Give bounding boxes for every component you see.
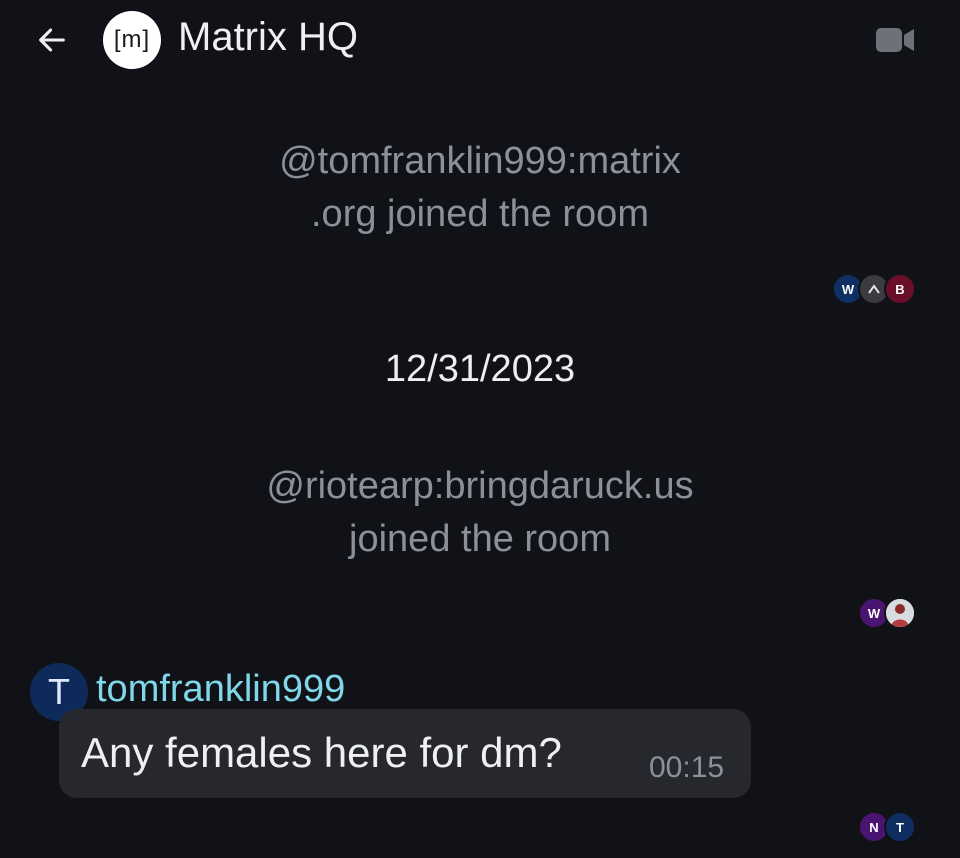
read-receipts[interactable]: N T	[858, 811, 918, 843]
event-line: @tomfranklin999:matrix	[279, 140, 681, 182]
event-line: joined the room	[349, 518, 611, 560]
read-receipts[interactable]: W	[858, 597, 918, 629]
top-app-bar: [m] Matrix HQ	[0, 0, 960, 80]
message-body: Any females here for dm?	[81, 729, 562, 776]
video-call-button[interactable]	[872, 22, 918, 58]
caret-up-icon	[868, 284, 880, 294]
membership-event: @riotearp:bringdaruck.us joined the room	[180, 460, 780, 566]
receipt-avatar: B	[884, 273, 916, 305]
event-line: @riotearp:bringdaruck.us	[266, 465, 694, 507]
matrix-logo: [m]	[113, 26, 151, 53]
event-line: .org joined the room	[311, 193, 649, 235]
message-bubble[interactable]: Any females here for dm? 00:15	[59, 709, 751, 798]
date-separator: 12/31/2023	[384, 348, 576, 390]
room-title[interactable]: Matrix HQ	[178, 15, 358, 60]
membership-event: @tomfranklin999:matrix .org joined the r…	[180, 135, 780, 241]
back-button[interactable]	[30, 18, 74, 62]
sender-name[interactable]: tomfranklin999	[96, 668, 345, 711]
arrow-left-icon	[39, 28, 65, 52]
video-call-icon	[876, 28, 914, 52]
message-timestamp: 00:15	[649, 751, 725, 784]
user-photo-icon	[886, 599, 914, 627]
read-receipts[interactable]: W B	[832, 273, 918, 305]
room-avatar[interactable]: [m]	[103, 11, 161, 69]
receipt-avatar-photo	[884, 597, 916, 629]
receipt-avatar: T	[884, 811, 916, 843]
